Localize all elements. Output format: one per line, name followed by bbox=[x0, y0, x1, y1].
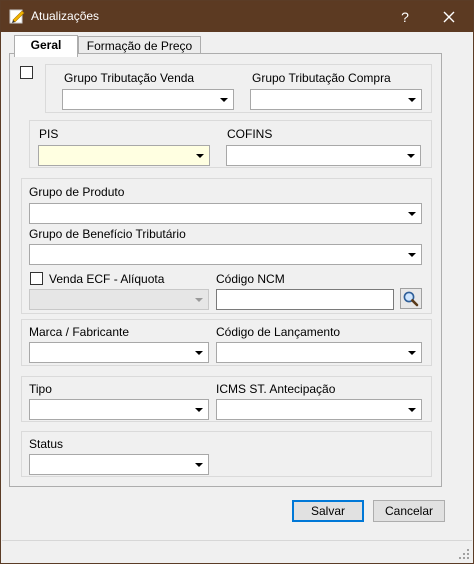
status-label: Status bbox=[29, 437, 64, 451]
dropdown-arrow-icon bbox=[407, 154, 415, 158]
tipo-group: Tipo ICMS ST. Antecipação bbox=[21, 376, 432, 422]
codigo-de-lancamento-label: Código de Lançamento bbox=[216, 325, 341, 339]
tab-label: Geral bbox=[30, 38, 62, 52]
marca-fabricante-select[interactable] bbox=[29, 342, 209, 363]
dropdown-arrow-icon bbox=[195, 463, 203, 467]
grupo-de-produto-select[interactable] bbox=[29, 203, 422, 224]
edit-document-icon bbox=[9, 9, 25, 24]
status-bar bbox=[2, 540, 472, 562]
venda-ecf-aliquota-select bbox=[29, 289, 209, 310]
grupo-tributacao-compra-label: Grupo Tributação Compra bbox=[252, 71, 391, 85]
grupo-de-produto-label: Grupo de Produto bbox=[29, 185, 125, 199]
pis-select[interactable] bbox=[38, 145, 210, 166]
dropdown-arrow-icon bbox=[195, 298, 203, 302]
ncm-search-button[interactable] bbox=[400, 288, 422, 309]
dropdown-arrow-icon bbox=[408, 98, 416, 102]
window: Atualizações ? Geral Formação de Preço G… bbox=[0, 0, 474, 564]
grupo-tributacao-venda-label: Grupo Tributação Venda bbox=[64, 71, 195, 85]
tab-geral[interactable]: Geral bbox=[14, 35, 78, 57]
grupo-tributacao-venda-select[interactable] bbox=[62, 89, 234, 110]
dropdown-arrow-icon bbox=[408, 253, 416, 257]
search-icon bbox=[403, 291, 419, 307]
save-button[interactable]: Salvar bbox=[292, 500, 364, 522]
marca-group: Marca / Fabricante Código de Lançamento bbox=[21, 319, 432, 366]
cofins-select[interactable] bbox=[226, 145, 421, 166]
codigo-ncm-input[interactable] bbox=[216, 289, 394, 310]
pis-label: PIS bbox=[39, 127, 59, 141]
tributacao-group: Grupo Tributação Venda Grupo Tributação … bbox=[45, 64, 432, 113]
dropdown-arrow-icon bbox=[220, 98, 228, 102]
status-group: Status bbox=[21, 431, 432, 477]
pis-cofins-group: PIS COFINS bbox=[29, 120, 432, 168]
grupo-beneficio-tributario-label: Grupo de Benefício Tributário bbox=[29, 227, 186, 241]
venda-ecf-checkbox[interactable] bbox=[30, 272, 43, 285]
icms-st-antecipacao-label: ICMS ST. Antecipação bbox=[216, 382, 336, 396]
enable-tributacao-checkbox[interactable] bbox=[20, 66, 33, 79]
dropdown-arrow-icon bbox=[408, 351, 416, 355]
dropdown-arrow-icon bbox=[196, 154, 204, 158]
codigo-de-lancamento-select[interactable] bbox=[216, 342, 422, 363]
venda-ecf-aliquota-label: Venda ECF - Alíquota bbox=[49, 272, 165, 286]
tab-panel-geral: Grupo Tributação Venda Grupo Tributação … bbox=[9, 53, 442, 487]
dropdown-arrow-icon bbox=[408, 408, 416, 412]
codigo-ncm-label: Código NCM bbox=[216, 272, 285, 286]
status-select[interactable] bbox=[29, 454, 209, 475]
help-icon[interactable]: ? bbox=[393, 6, 417, 28]
marca-fabricante-label: Marca / Fabricante bbox=[29, 325, 130, 339]
title-bar[interactable]: Atualizações ? bbox=[1, 1, 473, 32]
tipo-select[interactable] bbox=[29, 399, 209, 420]
dropdown-arrow-icon bbox=[408, 212, 416, 216]
grupo-tributacao-compra-select[interactable] bbox=[250, 89, 422, 110]
tab-label: Formação de Preço bbox=[86, 39, 193, 53]
icms-st-antecipacao-select[interactable] bbox=[216, 399, 422, 420]
dropdown-arrow-icon bbox=[195, 351, 203, 355]
window-title: Atualizações bbox=[31, 9, 100, 23]
cofins-label: COFINS bbox=[227, 127, 273, 141]
tipo-label: Tipo bbox=[29, 382, 52, 396]
cancel-button[interactable]: Cancelar bbox=[373, 500, 445, 522]
dropdown-arrow-icon bbox=[195, 408, 203, 412]
grupo-beneficio-tributario-select[interactable] bbox=[29, 244, 422, 265]
resize-grip-icon[interactable] bbox=[458, 548, 470, 560]
close-icon[interactable] bbox=[433, 5, 465, 29]
produto-group: Grupo de Produto Grupo de Benefício Trib… bbox=[21, 178, 432, 314]
